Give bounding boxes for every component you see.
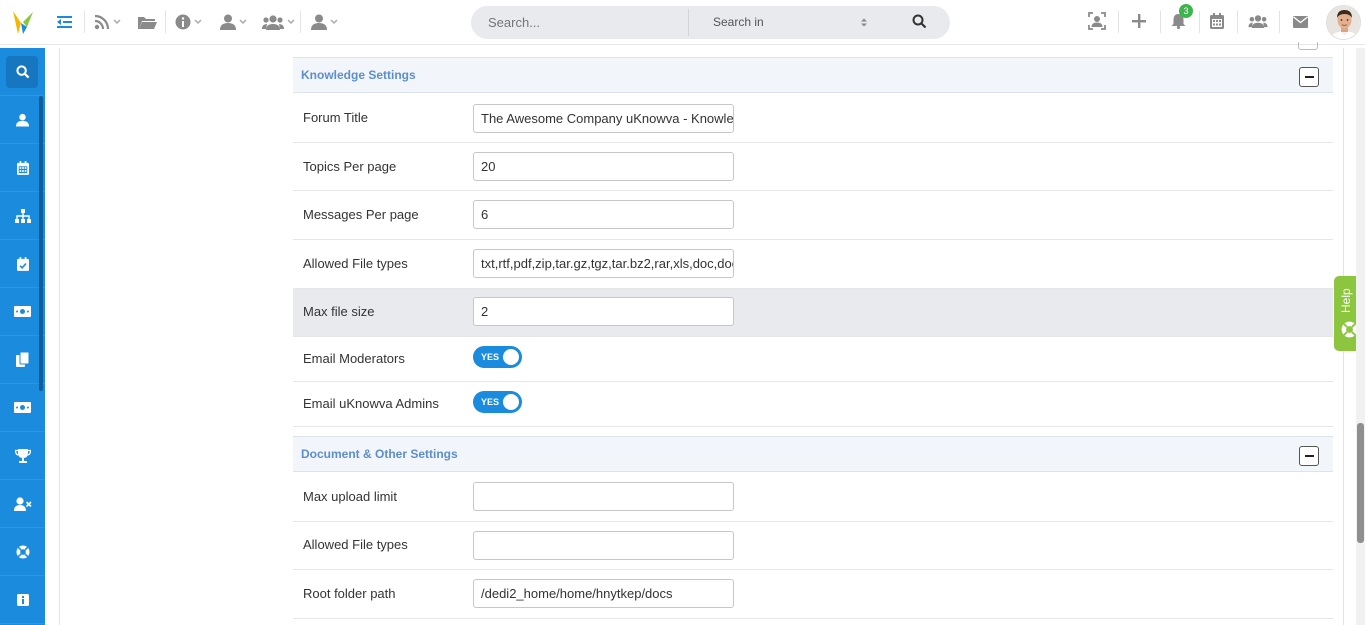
notification-badge: 3 [1179,4,1193,18]
toggle-knob [503,349,519,365]
trophy-icon [14,448,31,463]
setting-row-allowed-file-types: Allowed File types txt,rtf,pdf,zip,tar.g… [293,240,1333,289]
max-file-size-input[interactable]: 2 [473,297,734,326]
calendar-icon [16,160,29,175]
profile-menu-icon[interactable] [311,12,338,32]
email-admins-toggle[interactable]: YES [473,391,522,413]
setting-label: Max upload limit [303,489,397,504]
section-title: Document & Other Settings [301,447,458,461]
root-folder-path-input[interactable]: /dedi2_home/home/hnytkep/docs [473,579,734,608]
setting-label: Messages Per page [303,207,419,222]
chevron-down-icon [239,19,247,25]
team-icon[interactable] [1248,14,1268,33]
users-group-icon[interactable] [262,12,295,32]
email-moderators-toggle[interactable]: YES [473,346,522,368]
setting-row-max-file-size: Max file size 2 [293,289,1333,337]
top-bar: Search in 3 [0,0,1365,45]
info-icon [16,593,29,606]
toolbar-divider [1237,11,1238,33]
sidebar-item-expenses[interactable] [0,384,45,432]
setting-label: Email Moderators [303,351,405,366]
setting-label: Email uKnowva Admins [303,396,439,411]
user-times-icon [13,496,32,511]
sidebar-item-search[interactable] [0,48,45,96]
toggle-knob [503,394,519,410]
app-logo[interactable] [11,9,35,36]
setting-label: Max file size [303,304,375,319]
toolbar-divider [84,11,85,33]
search-icon[interactable] [912,14,927,29]
chevron-down-icon [113,19,121,25]
sidebar-scrollbar[interactable] [39,96,43,391]
forum-title-input[interactable]: The Awesome Company uKnowva - Knowled [473,104,734,133]
chevron-down-icon [194,19,202,25]
setting-row-max-upload-limit: Max upload limit [293,473,1333,522]
feed-icon[interactable] [94,12,121,32]
setting-row-email-moderators: Email Moderators YES [293,337,1333,382]
setting-row-root-folder-path: Root folder path /dedi2_home/home/hnytke… [293,570,1333,619]
topics-per-page-input[interactable]: 20 [473,152,734,181]
chevron-down-icon [287,19,295,25]
setting-row-forum-title: Forum Title The Awesome Company uKnowva … [293,94,1333,143]
toolbar-divider [1279,11,1280,33]
copy-icon [16,352,29,367]
search-divider [688,9,689,36]
user-menu-icon[interactable] [220,12,247,32]
messages-per-page-input[interactable]: 6 [473,200,734,229]
global-search: Search in [471,6,950,39]
sidebar-item-helpdesk[interactable] [0,528,45,576]
setting-label: Forum Title [303,110,369,125]
info-icon[interactable] [175,12,202,32]
add-icon[interactable] [1132,14,1146,33]
toolbar-divider [1118,11,1119,33]
setting-row-email-admins: Email uKnowva Admins YES [293,382,1333,427]
collapse-button[interactable] [1299,446,1319,466]
toolbar-divider [300,11,301,33]
doc-file-types-input[interactable] [473,531,734,560]
money-icon [14,306,31,317]
search-scope-select[interactable]: Search in [713,6,764,39]
setting-label: Allowed File types [303,256,408,271]
search-input[interactable] [488,6,678,39]
page-scrollbar[interactable] [1356,48,1365,625]
folder-icon[interactable] [138,12,157,32]
menu-toggle-icon[interactable] [57,12,72,32]
sidebar [0,48,45,625]
scrollbar-thumb[interactable] [1357,423,1364,543]
allowed-file-types-input[interactable]: txt,rtf,pdf,zip,tar.gz,tgz,tar.bz2,rar,x… [473,249,734,278]
collapse-button[interactable] [1299,67,1319,87]
section-header-knowledge: Knowledge Settings [293,57,1333,93]
select-arrows-icon [861,18,867,27]
money-alt-icon [14,402,31,413]
sidebar-item-rewards[interactable] [0,432,45,480]
setting-label: Root folder path [303,586,396,601]
setting-row-doc-file-types: Allowed File types [293,522,1333,570]
support-icon [16,545,29,558]
user-icon [16,113,29,126]
section-header-document: Document & Other Settings [293,436,1333,472]
avatar[interactable] [1326,5,1361,40]
search-icon [15,64,29,78]
face-scan-icon[interactable] [1088,12,1106,35]
setting-row-messages-per-page: Messages Per page 6 [293,191,1333,240]
calendar-check-icon [16,256,29,271]
setting-row-topics-per-page: Topics Per page 20 [293,143,1333,191]
max-upload-limit-input[interactable] [473,482,734,511]
sidebar-item-exit[interactable] [0,480,45,528]
mail-icon[interactable] [1293,15,1308,33]
sidebar-item-about[interactable] [0,576,45,624]
org-chart-icon [14,208,31,223]
setting-label: Topics Per page [303,159,397,174]
calendar-icon[interactable] [1210,13,1224,34]
toolbar-divider [1160,11,1161,33]
toolbar-divider [165,11,166,33]
toggle-label: YES [481,397,500,407]
collapse-button-partial[interactable] [1298,42,1318,50]
setting-label: Allowed File types [303,537,408,552]
toggle-label: YES [481,352,500,362]
section-title: Knowledge Settings [301,68,416,82]
chevron-down-icon [330,19,338,25]
toolbar-divider [1199,11,1200,33]
